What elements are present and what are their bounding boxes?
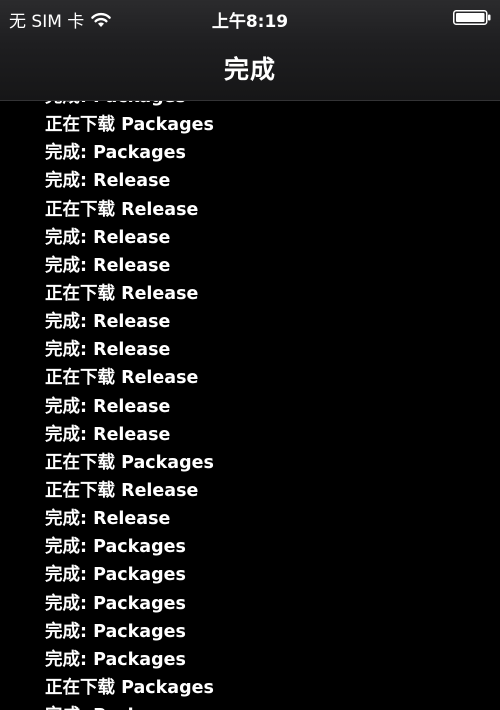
log-line: 正在下载 Release — [45, 283, 199, 304]
log-line: 完成: Release — [45, 424, 171, 445]
log-line: 完成: Release — [45, 312, 171, 333]
log-line: 完成: Packages — [45, 621, 186, 642]
installer-screen: 无 SIM 卡 上午8:19 完成 完成: Packages 正在下载 Packa… — [0, 0, 500, 710]
log-line: 完成: Packages — [45, 565, 186, 586]
log-line: 正在下载 Packages — [45, 452, 214, 473]
log-line: 完成: Packages — [45, 537, 186, 558]
log-line: 正在下载 Packages — [45, 677, 214, 698]
log-line: 正在下载 Release — [45, 480, 199, 501]
header: 无 SIM 卡 上午8:19 完成 — [0, 0, 500, 101]
log-line: 完成: Release — [45, 255, 171, 276]
log-output[interactable]: 完成: Packages 正在下载 Packages 完成: Packages 完成:… — [45, 83, 485, 710]
log-line: 完成: Packages — [45, 702, 485, 710]
log-line: 完成: Release — [45, 340, 171, 361]
log-line: 完成: Release — [45, 227, 171, 248]
log-line: 完成: Packages — [45, 593, 186, 614]
log-line: 完成: Release — [45, 171, 171, 192]
page-title: 完成 — [223, 55, 276, 84]
status-time: 上午8:19 — [211, 12, 289, 32]
log-line: 正在下载 Packages — [45, 115, 214, 136]
status-bar: 无 SIM 卡 上午8:19 — [0, 0, 500, 34]
log-line: 完成: Packages — [45, 143, 186, 164]
log-line: 完成: Packages — [45, 649, 186, 670]
log-line: 正在下载 Release — [45, 199, 199, 220]
log-line: 完成: Release — [45, 509, 171, 530]
battery-icon — [453, 10, 491, 25]
log-line: 正在下载 Release — [45, 368, 199, 389]
log-line: 完成: Release — [45, 396, 171, 417]
